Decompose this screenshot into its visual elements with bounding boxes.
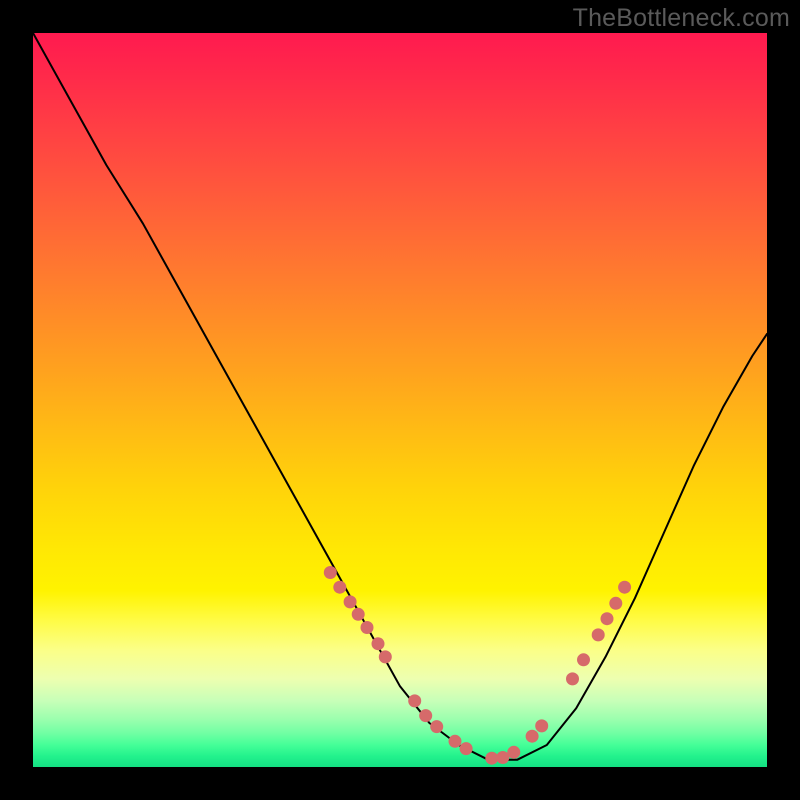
plot-area (33, 33, 767, 767)
chart-frame: TheBottleneck.com (0, 0, 800, 800)
marker-point (352, 608, 365, 621)
marker-point (430, 720, 443, 733)
marker-point (361, 621, 374, 634)
marker-point (372, 637, 385, 650)
marker-point (507, 746, 520, 759)
marker-point (577, 653, 590, 666)
marker-point (601, 612, 614, 625)
marker-point (609, 597, 622, 610)
bottleneck-curve (33, 33, 767, 760)
marker-point (419, 709, 432, 722)
marker-point (566, 672, 579, 685)
watermark-text: TheBottleneck.com (573, 4, 790, 33)
marker-point (526, 730, 539, 743)
marker-point (344, 595, 357, 608)
marker-point (618, 581, 631, 594)
marker-group (324, 566, 631, 765)
marker-point (324, 566, 337, 579)
marker-point (592, 628, 605, 641)
marker-point (408, 694, 421, 707)
marker-point (449, 735, 462, 748)
marker-point (379, 650, 392, 663)
marker-point (333, 581, 346, 594)
marker-point (535, 719, 548, 732)
marker-point (460, 742, 473, 755)
chart-svg (33, 33, 767, 767)
